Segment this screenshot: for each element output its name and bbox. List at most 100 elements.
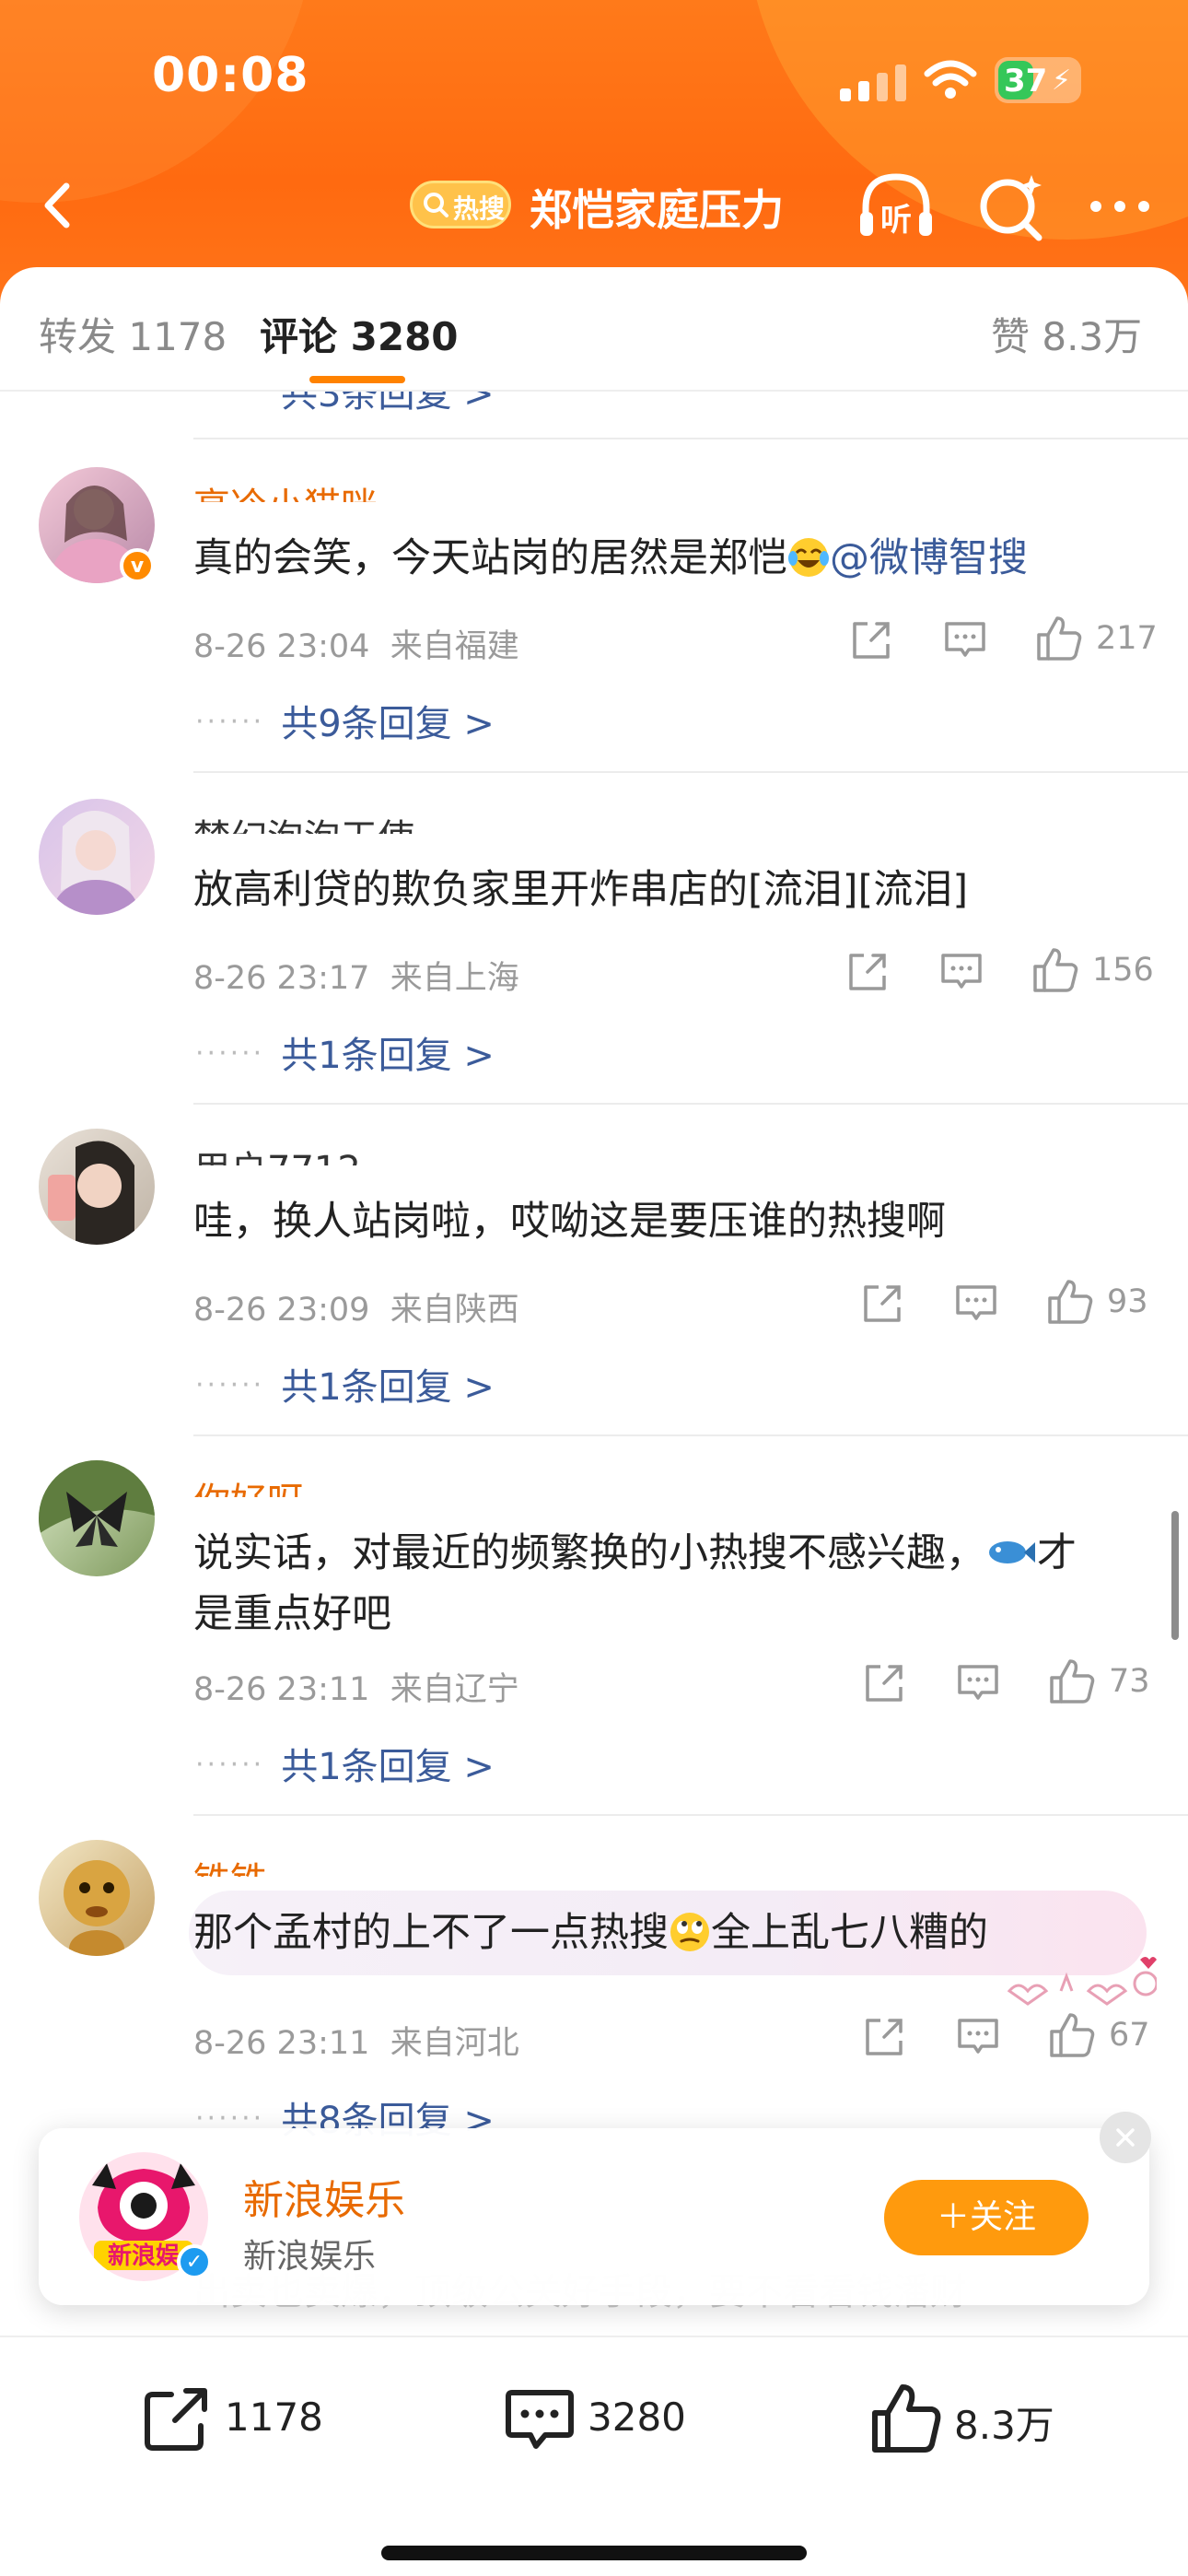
- reply-comment-icon[interactable]: [956, 2015, 1000, 2059]
- like-thumb-icon[interactable]: [1031, 946, 1079, 994]
- tab-bar: 转发 1178 评论 3280 赞 8.3万: [0, 267, 1188, 392]
- avatar[interactable]: [39, 1840, 155, 1956]
- charging-bolt-icon: ⚡: [1052, 64, 1072, 97]
- avatar[interactable]: [39, 799, 155, 915]
- reply-comment-icon[interactable]: [954, 1282, 998, 1326]
- reply-comment-icon[interactable]: [939, 950, 984, 994]
- reply-comment-icon[interactable]: [956, 1661, 1000, 1705]
- comment-meta: 8-26 23:09 来自陕西: [193, 1283, 519, 1330]
- view-replies-link[interactable]: ······ 共1条回复 >: [195, 1025, 495, 1079]
- battery-indicator: 37 ⚡: [995, 57, 1081, 103]
- comment-button[interactable]: 3280: [503, 2382, 724, 2455]
- comment-time: 8-26 23:09: [193, 1292, 370, 1329]
- share-icon[interactable]: [849, 618, 893, 662]
- avatar-image: [39, 1460, 155, 1547]
- hot-badge-label: 热搜: [453, 193, 506, 224]
- view-replies-link[interactable]: ······ 共1条回复 >: [195, 1357, 495, 1411]
- repost-count: 1178: [225, 2395, 323, 2440]
- comment-meta: 8-26 23:11 来自河北: [193, 2017, 519, 2064]
- like-thumb-icon[interactable]: [1048, 1657, 1096, 1705]
- comment-username[interactable]: 梦幻泡泡天使: [193, 808, 414, 834]
- comment-username[interactable]: 你好呀: [193, 1471, 304, 1497]
- like-count: 8.3万: [954, 2403, 1054, 2448]
- share-icon[interactable]: [862, 2015, 906, 2059]
- comment-time: 8-26 23:11: [193, 2025, 370, 2062]
- tab-comments[interactable]: 评论 3280: [260, 306, 459, 362]
- comment-location: 来自陕西: [390, 1292, 519, 1329]
- ai-search-icon[interactable]: [974, 170, 1048, 243]
- comment-text: 真的会笑，今天站岗的居然是郑恺 @微博智搜: [193, 528, 1133, 589]
- more-options-icon[interactable]: [1083, 170, 1157, 243]
- comment-text-line2: 是重点好吧: [193, 1591, 391, 1637]
- divider: [193, 771, 1188, 773]
- back-arrow-icon[interactable]: [28, 173, 92, 238]
- like-count: 93: [1107, 1283, 1148, 1320]
- account-name[interactable]: 新浪娱乐: [243, 2167, 405, 2226]
- svg-text:新浪娱: 新浪娱: [108, 2242, 181, 2270]
- comment-text: 那个孟村的上不了一点热搜 全上乱七八糟的: [193, 1903, 1133, 1963]
- like-button[interactable]: 8.3万: [869, 2382, 1090, 2455]
- tab-likes[interactable]: 赞 8.3万: [991, 306, 1142, 362]
- follow-button[interactable]: ＋关注: [884, 2180, 1089, 2255]
- comment-text: 说实话，对最近的频繁换的小热搜不感兴趣， 才是重点好吧: [193, 1523, 1133, 1645]
- comment-time: 8-26 23:17: [193, 960, 370, 997]
- avatar[interactable]: [39, 1129, 155, 1245]
- mention-link[interactable]: @微博智搜: [830, 535, 1028, 581]
- avatar[interactable]: [39, 1460, 155, 1576]
- comment-text-body: 那个孟村的上不了一点热搜: [193, 1910, 669, 1956]
- comment-meta: 8-26 23:04 来自福建: [193, 620, 519, 667]
- share-icon[interactable]: [862, 1661, 906, 1705]
- replies-label: 共1条回复 >: [281, 1746, 495, 1788]
- comment-text-body: 真的会笑，今天站岗的居然是郑恺: [193, 535, 787, 581]
- recommended-account-card[interactable]: 新浪娱 ✓ 新浪娱乐 新浪娱乐 ＋关注: [39, 2112, 1151, 2305]
- svg-text:听: 听: [880, 202, 912, 239]
- comment-list[interactable]: 共3条回复 > v 高冷小猫咪 真的会笑，今天站岗的居然是郑恺 @微博智搜 8-2…: [0, 392, 1188, 2326]
- close-card-button[interactable]: [1100, 2112, 1151, 2163]
- like-thumb-icon[interactable]: [1046, 1278, 1094, 1326]
- like-count: 217: [1096, 620, 1158, 657]
- view-replies-link[interactable]: ······ 共1条回复 >: [195, 1737, 495, 1790]
- cellular-signal-icon: [840, 64, 906, 101]
- comment-username[interactable]: 铁铁: [193, 1851, 267, 1877]
- repost-share-icon: [145, 2388, 207, 2451]
- laughing-crying-emoji-icon: [788, 538, 829, 577]
- replies-label: 共1条回复 >: [281, 1366, 495, 1409]
- close-icon: [1116, 2128, 1135, 2147]
- share-icon[interactable]: [860, 1282, 904, 1326]
- view-replies-link[interactable]: ······ 共9条回复 >: [195, 694, 495, 747]
- comment-username[interactable]: 高冷小猫咪: [193, 476, 378, 502]
- share-icon[interactable]: [845, 950, 890, 994]
- hot-search-badge[interactable]: 热搜: [410, 181, 511, 228]
- comment-text-tail: 全上乱七八糟的: [711, 1910, 988, 1956]
- comment-username[interactable]: 用户7712: [193, 1140, 361, 1165]
- repost-button[interactable]: 1178: [140, 2382, 361, 2455]
- comment-location: 来自辽宁: [390, 1671, 519, 1708]
- status-bar: 00:08 37 ⚡: [0, 0, 1188, 157]
- header: 00:08 37 ⚡ 热搜 郑恺家庭压力 听: [0, 0, 1188, 304]
- comment-meta: 8-26 23:11 来自辽宁: [193, 1663, 519, 1710]
- reply-comment-icon[interactable]: [943, 618, 987, 662]
- search-icon: [424, 193, 448, 217]
- like-thumb-icon[interactable]: [1048, 2011, 1096, 2059]
- tab-repost[interactable]: 转发 1178: [39, 306, 227, 362]
- avatar-image: [53, 811, 138, 915]
- comment-bubble-icon: [506, 2390, 574, 2449]
- scrollbar-thumb[interactable]: [1171, 1511, 1179, 1640]
- comment-location: 来自上海: [390, 960, 519, 997]
- comment-count: 3280: [588, 2395, 686, 2440]
- listen-headphones-icon[interactable]: 听: [856, 170, 936, 243]
- verified-badge-icon: v: [120, 548, 155, 583]
- comment-text: 哇，换人站岗啦，哎呦这是要压谁的热搜啊: [193, 1199, 946, 1245]
- like-thumb-icon[interactable]: [1035, 615, 1083, 662]
- partial-reply-link[interactable]: 共3条回复 >: [281, 392, 495, 417]
- comment-time: 8-26 23:04: [193, 628, 370, 665]
- like-count: 73: [1109, 1663, 1150, 1700]
- verified-badge-icon: ✓: [177, 2244, 212, 2279]
- comment-text-tail: 才: [1037, 1530, 1077, 1576]
- active-tab-indicator: [309, 376, 405, 383]
- home-indicator[interactable]: [381, 2546, 807, 2560]
- eye-roll-emoji-icon: [670, 1913, 709, 1951]
- fish-emoji-icon: [989, 1541, 1035, 1563]
- divider: [193, 1814, 1188, 1816]
- comment-location: 来自福建: [390, 628, 519, 665]
